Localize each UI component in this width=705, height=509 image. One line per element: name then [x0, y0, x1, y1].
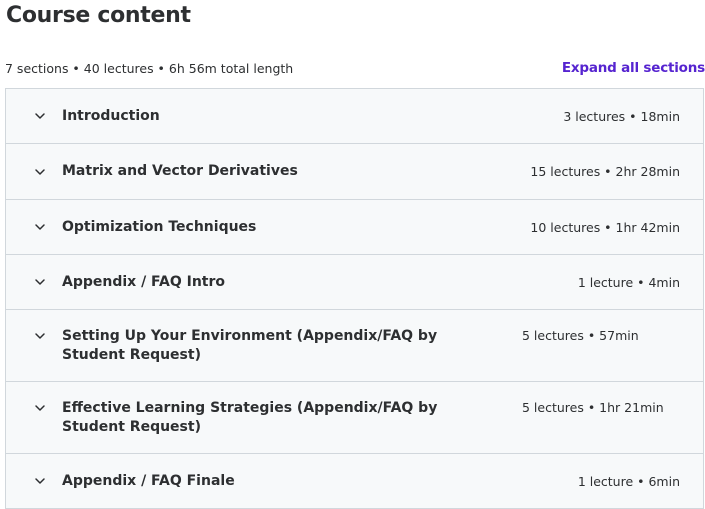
section-meta: 3 lectures • 18min	[563, 108, 680, 124]
chevron-down-icon	[34, 402, 46, 414]
section-optimization-techniques[interactable]: Optimization Techniques 10 lectures • 1h…	[6, 200, 703, 255]
section-meta: 5 lectures • 1hr 21min	[522, 400, 664, 415]
section-matrix-and-vector-derivatives[interactable]: Matrix and Vector Derivatives 15 lecture…	[6, 144, 703, 200]
chevron-down-icon	[34, 166, 46, 178]
chevron-down-icon	[34, 110, 46, 122]
section-title: Appendix / FAQ Intro	[62, 273, 226, 290]
page-title: Course content	[6, 3, 191, 28]
chevron-down-icon	[34, 221, 46, 233]
section-appendix-faq-intro[interactable]: Appendix / FAQ Intro 1 lecture • 4min	[6, 255, 703, 310]
section-title: Matrix and Vector Derivatives	[62, 163, 298, 179]
section-meta: 15 lectures • 2hr 28min	[530, 164, 680, 179]
section-setting-up-your-environment[interactable]: Setting Up Your Environment (Appendix/FA…	[6, 310, 703, 382]
section-title: Appendix / FAQ Finale	[62, 472, 235, 489]
course-summary-row: 7 sections • 40 lectures • 6h 56m total …	[5, 58, 705, 78]
chevron-down-icon	[34, 276, 46, 288]
section-title: Effective Learning Strategies (Appendix/…	[62, 399, 438, 435]
section-meta: 5 lectures • 57min	[522, 328, 639, 343]
section-list: Introduction 3 lectures • 18min Matrix a…	[5, 88, 704, 509]
section-title: Setting Up Your Environment (Appendix/FA…	[62, 327, 438, 363]
section-title: Introduction	[62, 107, 160, 124]
section-title: Optimization Techniques	[62, 218, 257, 235]
section-meta: 1 lecture • 4min	[577, 274, 680, 290]
section-introduction[interactable]: Introduction 3 lectures • 18min	[6, 89, 703, 144]
course-summary: 7 sections • 40 lectures • 6h 56m total …	[5, 60, 294, 76]
expand-all-sections-button[interactable]: Expand all sections	[562, 60, 705, 76]
chevron-down-icon	[34, 475, 46, 487]
section-appendix-faq-finale[interactable]: Appendix / FAQ Finale 1 lecture • 6min	[6, 454, 703, 508]
section-meta: 1 lecture • 6min	[577, 473, 680, 489]
section-effective-learning-strategies[interactable]: Effective Learning Strategies (Appendix/…	[6, 382, 703, 454]
section-meta: 10 lectures • 1hr 42min	[530, 219, 680, 235]
chevron-down-icon	[34, 330, 46, 342]
